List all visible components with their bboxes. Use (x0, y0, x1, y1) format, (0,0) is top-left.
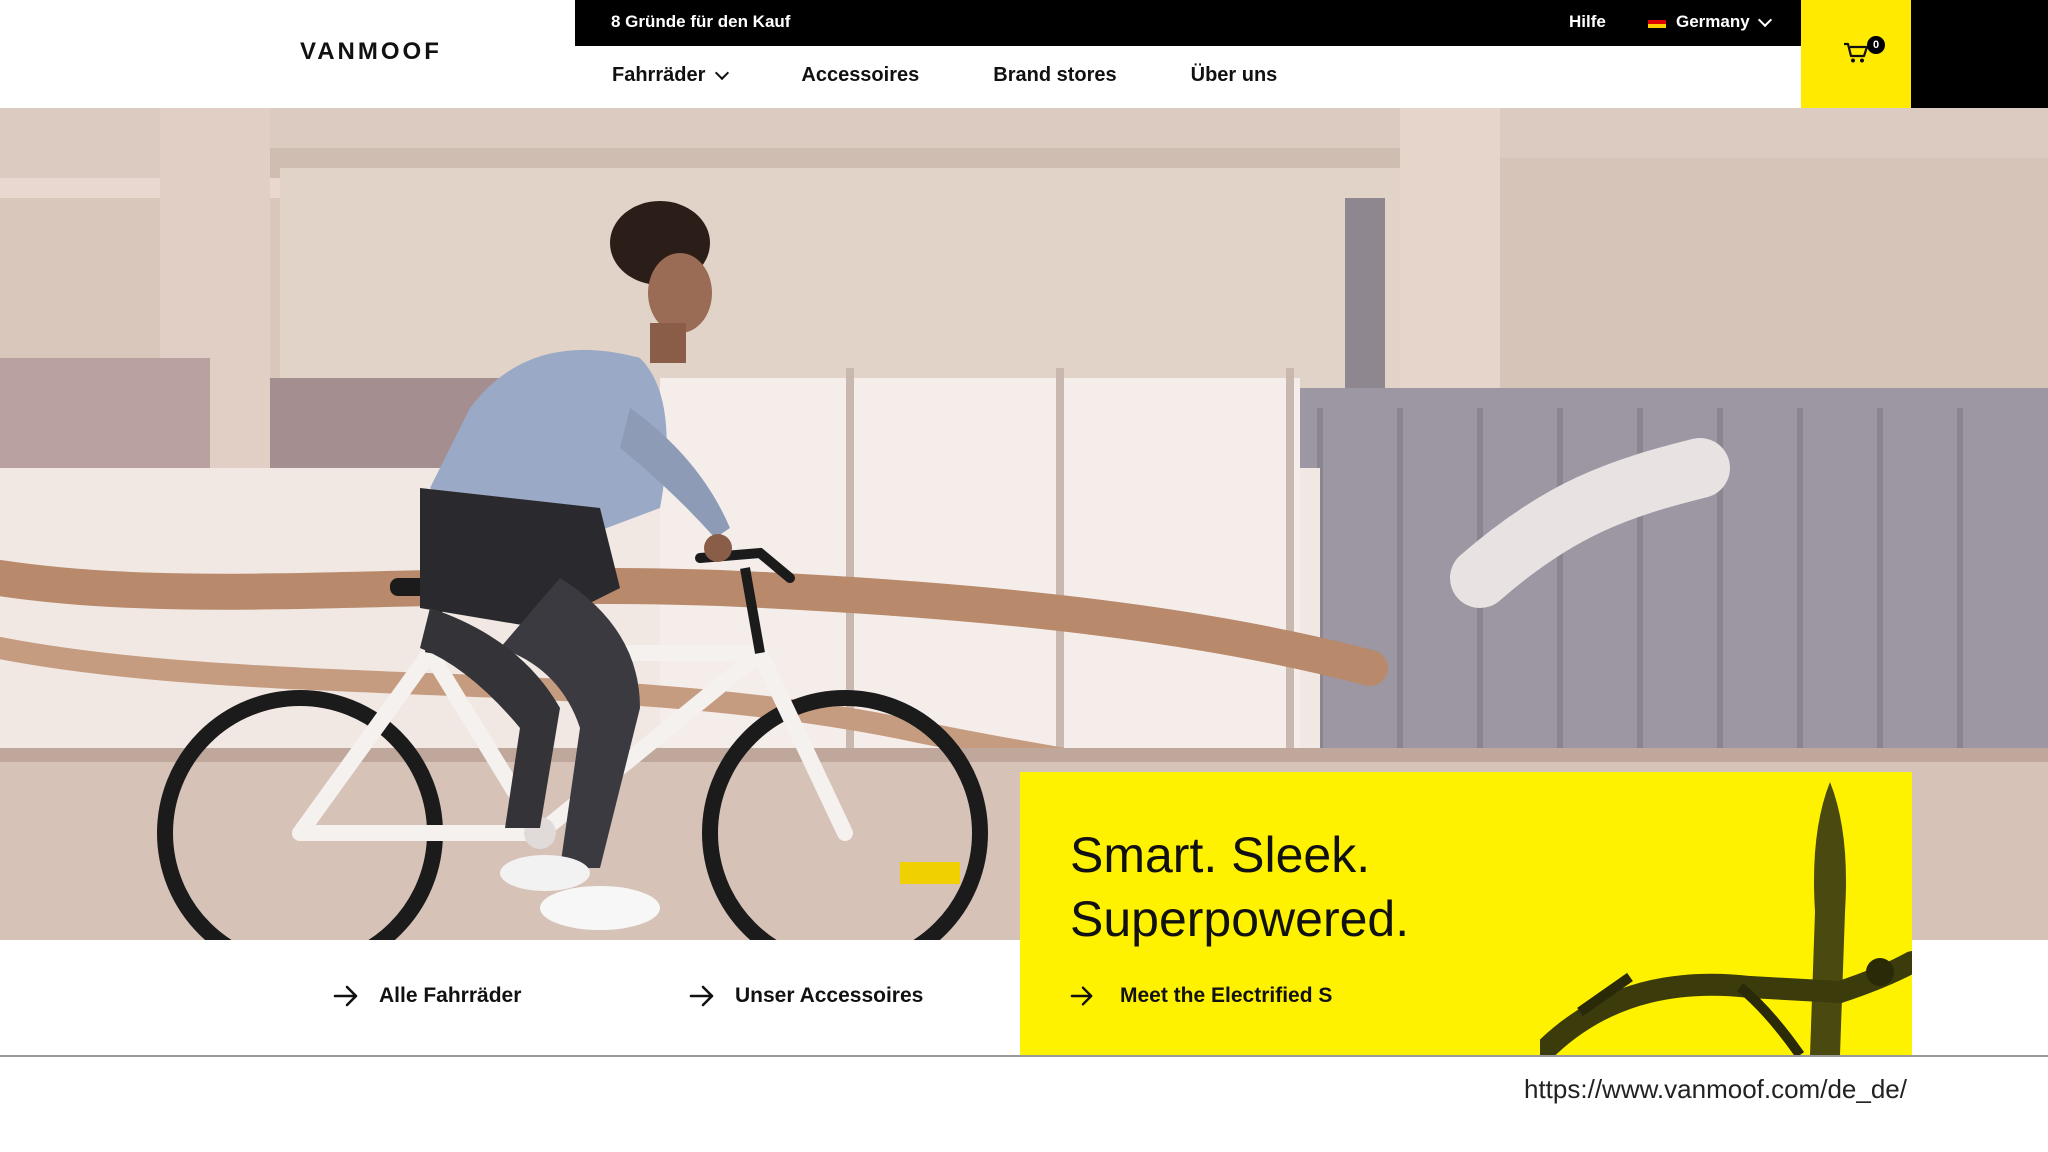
promo-headline-line1: Smart. Sleek. (1070, 827, 1371, 883)
nav-item-accessories[interactable]: Accessoires (801, 64, 919, 87)
accessories-link[interactable]: Unser Accessoires (689, 984, 923, 1008)
chevron-down-icon (1757, 12, 1772, 27)
arrow-right-icon (333, 985, 358, 1007)
handlebar-illustration (1540, 782, 1912, 1055)
nav-item-bikes[interactable]: Fahrräder (612, 64, 730, 87)
main-nav: Fahrräder Accessoires Brand stores Über … (612, 64, 1351, 87)
promo-headline-line2: Superpowered. (1070, 891, 1410, 947)
meet-electrified-s-link[interactable]: Meet the Electrified S (1070, 984, 1332, 1008)
meet-electrified-s-label: Meet the Electrified S (1120, 984, 1333, 1007)
header-black-block (1911, 0, 2048, 108)
country-label: Germany (1676, 12, 1750, 31)
nav-item-label: Fahrräder (612, 64, 706, 86)
page: VANMOOF 8 Gründe für den Kauf Hilfe Germ… (0, 0, 2048, 1152)
site-header: VANMOOF 8 Gründe für den Kauf Hilfe Germ… (0, 0, 2048, 108)
all-bikes-link[interactable]: Alle Fahrräder (333, 984, 521, 1008)
reasons-to-buy-link[interactable]: 8 Gründe für den Kauf (611, 12, 790, 32)
cart-button[interactable]: 0 (1801, 0, 1911, 108)
top-bar: 8 Gründe für den Kauf Hilfe Germany (575, 0, 1801, 46)
arrow-right-icon (1070, 986, 1093, 1006)
cart-icon (1844, 42, 1869, 63)
nav-item-about[interactable]: Über uns (1191, 64, 1278, 87)
cart-count-badge: 0 (1867, 36, 1885, 54)
electrified-s-promo-card[interactable]: Smart. Sleek. Superpowered. Meet the Ele… (1020, 772, 1912, 1055)
nav-item-brand-stores[interactable]: Brand stores (993, 64, 1116, 87)
arrow-right-icon (689, 985, 714, 1007)
chevron-down-icon (715, 65, 730, 81)
all-bikes-label: Alle Fahrräder (379, 984, 522, 1007)
country-selector[interactable]: Germany (1648, 12, 1772, 32)
accessories-label: Unser Accessoires (735, 984, 924, 1007)
help-link[interactable]: Hilfe (1569, 12, 1606, 32)
page-url-caption: https://www.vanmoof.com/de_de/ (1524, 1074, 1907, 1104)
bottom-divider (0, 1055, 2048, 1057)
germany-flag-icon (1648, 16, 1666, 28)
nav-item-label: Über uns (1190, 64, 1278, 86)
nav-item-label: Brand stores (993, 64, 1117, 86)
nav-item-label: Accessoires (801, 64, 920, 86)
vanmoof-logo[interactable]: VANMOOF (300, 38, 442, 66)
